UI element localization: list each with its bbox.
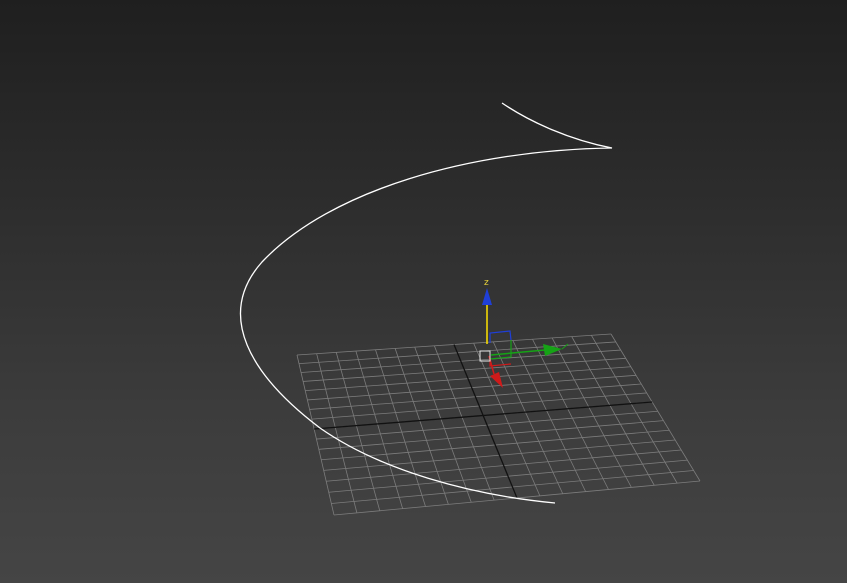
grid-line-depth (532, 339, 609, 490)
grid-line-depth (591, 335, 678, 484)
z-axis-label: z (484, 278, 489, 288)
perspective-viewport[interactable]: z (0, 0, 847, 583)
grid-line-depth (512, 340, 586, 492)
home-grid (296, 333, 701, 516)
helix-spline[interactable] (239, 102, 613, 504)
xz-plane-handle[interactable] (489, 359, 512, 367)
y-axis-tail[interactable] (561, 343, 569, 350)
z-axis-arrowhead[interactable] (482, 288, 492, 305)
grid-line-depth (610, 333, 701, 482)
transform-gizmo[interactable]: z (479, 278, 569, 388)
viewport-canvas[interactable]: z (0, 0, 847, 583)
grid-line-depth (316, 353, 358, 513)
grid-line-depth (296, 354, 335, 516)
